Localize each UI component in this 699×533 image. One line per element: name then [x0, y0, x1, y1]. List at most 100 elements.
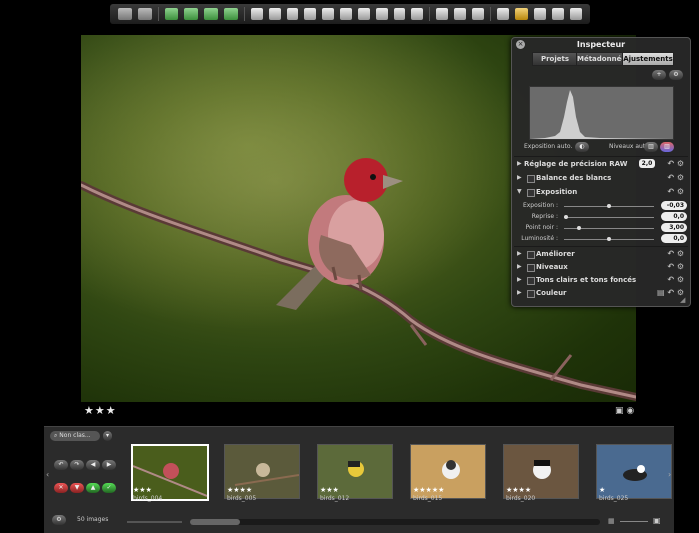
previous-icon[interactable]: ◀	[86, 460, 100, 470]
project-icon[interactable]	[436, 8, 449, 20]
exposure-value[interactable]: -0,03	[661, 201, 687, 210]
thumbnail-size-slider[interactable]	[127, 521, 182, 523]
filter-options-icon[interactable]: ▾	[103, 431, 112, 441]
raw-version-value[interactable]: 2,0	[639, 159, 655, 168]
select-icon[interactable]	[250, 8, 263, 20]
stamp-icon[interactable]	[304, 8, 317, 20]
lock-icon[interactable]	[570, 8, 582, 20]
reset-and-gear-icon[interactable]: ↶ ⚙	[667, 159, 684, 168]
scrollbar-thumb[interactable]	[190, 519, 240, 525]
recovery-knob[interactable]	[564, 215, 568, 219]
recovery-slider-row: Reprise : 0,0	[512, 212, 690, 223]
white-balance-section[interactable]: ▶ Balance des blancs ↶ ⚙	[512, 173, 690, 185]
brightness-knob[interactable]	[607, 237, 611, 241]
gear-icon[interactable]: ⚙	[669, 70, 683, 80]
disclosure-triangle-icon[interactable]: ▶	[517, 250, 522, 257]
reject-icon[interactable]: ✕	[54, 483, 68, 493]
recovery-value[interactable]: 0,0	[661, 212, 687, 221]
thumbnail-rating: ★	[599, 486, 606, 494]
levels-checkbox[interactable]	[527, 264, 535, 272]
browser-icon[interactable]	[164, 8, 179, 20]
exposure-checkbox[interactable]	[527, 189, 535, 197]
straighten-icon[interactable]	[340, 8, 352, 20]
redeye-icon[interactable]	[375, 8, 388, 20]
scroll-right-icon[interactable]: ›	[668, 470, 671, 479]
auto-exposure-label: Exposition auto.	[524, 143, 573, 150]
brush-icon[interactable]	[393, 8, 406, 20]
select-icon[interactable]: ✓	[102, 483, 116, 493]
inspector-icon[interactable]	[454, 8, 466, 20]
fullscreen-icon[interactable]	[552, 8, 565, 20]
disclosure-triangle-icon[interactable]: ▼	[517, 188, 522, 195]
tab-adjustments[interactable]: Ajustements	[622, 52, 674, 66]
metadata-icon[interactable]	[471, 8, 484, 20]
black-point-value[interactable]: 3,00	[661, 223, 687, 232]
rotate-right-icon[interactable]	[286, 8, 299, 20]
disclosure-triangle-icon[interactable]: ▶	[517, 263, 522, 270]
loupe-icon[interactable]	[496, 8, 509, 20]
disclosure-triangle-icon[interactable]: ▶	[517, 289, 522, 296]
highlights-shadows-section[interactable]: ▶ Tons clairs et tons foncés ↶ ⚙	[512, 275, 690, 287]
disclosure-triangle-icon[interactable]: ▶	[517, 276, 522, 283]
add-adjustment-button[interactable]: +	[652, 70, 666, 80]
color-checkbox[interactable]	[527, 290, 535, 298]
auto-levels-luminance-button[interactable]: ▥	[644, 142, 658, 152]
filter-dropdown[interactable]: ⌕ Non clas...	[50, 431, 100, 441]
tab-projects[interactable]: Projets	[532, 52, 578, 66]
rotate-right-icon[interactable]: ↷	[70, 460, 84, 470]
approve-icon[interactable]	[224, 8, 238, 20]
thumbnail-label: birds_004	[133, 495, 163, 502]
toolbar-divider	[157, 7, 159, 21]
thumbnail-label: birds_020	[506, 495, 536, 502]
brightness-slider-row: Luminosité : 0,0	[512, 234, 690, 245]
decrease-rating-icon[interactable]: ▼	[70, 483, 84, 493]
inspector-panel: × Inspecteur Projets Métadonnées Ajustem…	[511, 37, 691, 307]
info-icon[interactable]	[534, 8, 547, 20]
auto-levels-rgb-button[interactable]: ▥	[660, 142, 674, 152]
thumbnail-rating: ★★★	[133, 486, 152, 494]
rotate-left-icon[interactable]	[268, 8, 281, 20]
white-balance-checkbox[interactable]	[527, 175, 535, 183]
raw-section[interactable]: ▶ Réglage de précision RAW 2,0 ↶ ⚙	[512, 159, 690, 171]
crop-icon[interactable]	[357, 8, 370, 20]
reset-and-gear-icon[interactable]: ↶ ⚙	[667, 262, 684, 271]
gear-icon[interactable]: ⚙	[52, 515, 66, 525]
increase-rating-icon[interactable]: ▲	[86, 483, 100, 493]
viewer-icon[interactable]	[184, 8, 199, 20]
highlights-shadows-checkbox[interactable]	[527, 277, 535, 285]
disclosure-triangle-icon[interactable]: ▶	[517, 174, 522, 181]
color-section[interactable]: ▶ Couleur ▤ ↶ ⚙	[512, 288, 690, 300]
resize-grip-icon[interactable]: ◢	[680, 296, 685, 304]
reset-and-gear-icon[interactable]: ↶ ⚙	[667, 173, 684, 182]
thumbnail-birds_025[interactable]	[596, 444, 672, 499]
disclosure-triangle-icon[interactable]: ▶	[517, 160, 522, 167]
view-icon[interactable]	[137, 8, 152, 20]
filmstrip-scrollbar[interactable]	[190, 519, 600, 525]
exposure-section[interactable]: ▼ Exposition ↶ ⚙	[512, 187, 690, 199]
brightness-value[interactable]: 0,0	[661, 234, 687, 243]
enhance-checkbox[interactable]	[527, 251, 535, 259]
zoom-slider[interactable]	[620, 521, 648, 522]
reset-and-gear-icon[interactable]: ↶ ⚙	[667, 187, 684, 196]
reset-and-gear-icon[interactable]: ↶ ⚙	[667, 249, 684, 258]
auto-exposure-button[interactable]: ◐	[575, 142, 589, 152]
view-grid-icon[interactable]: ▦	[608, 517, 615, 525]
spot-icon[interactable]	[411, 8, 424, 20]
tab-metadata[interactable]: Métadonnées	[576, 52, 630, 66]
split-icon[interactable]	[204, 8, 219, 20]
levels-section[interactable]: ▶ Niveaux ↶ ⚙	[512, 262, 690, 274]
black-point-knob[interactable]	[576, 226, 581, 230]
light-table-icon[interactable]	[514, 8, 529, 20]
view-icon[interactable]	[118, 8, 132, 20]
photo-rating[interactable]: ★★★	[84, 404, 117, 417]
recovery-track[interactable]	[564, 217, 654, 218]
thumbnail-label: birds_005	[227, 495, 257, 502]
rotate-left-icon[interactable]: ↶	[54, 460, 68, 470]
scroll-left-icon[interactable]: ‹	[46, 470, 49, 479]
fullscreen-icon[interactable]: ▣	[653, 516, 661, 525]
next-icon[interactable]: ▶	[102, 460, 116, 470]
enhance-section[interactable]: ▶ Améliorer ↶ ⚙	[512, 249, 690, 261]
lift-icon[interactable]	[322, 8, 335, 20]
exposure-knob[interactable]	[607, 204, 611, 208]
reset-and-gear-icon[interactable]: ↶ ⚙	[667, 275, 684, 284]
